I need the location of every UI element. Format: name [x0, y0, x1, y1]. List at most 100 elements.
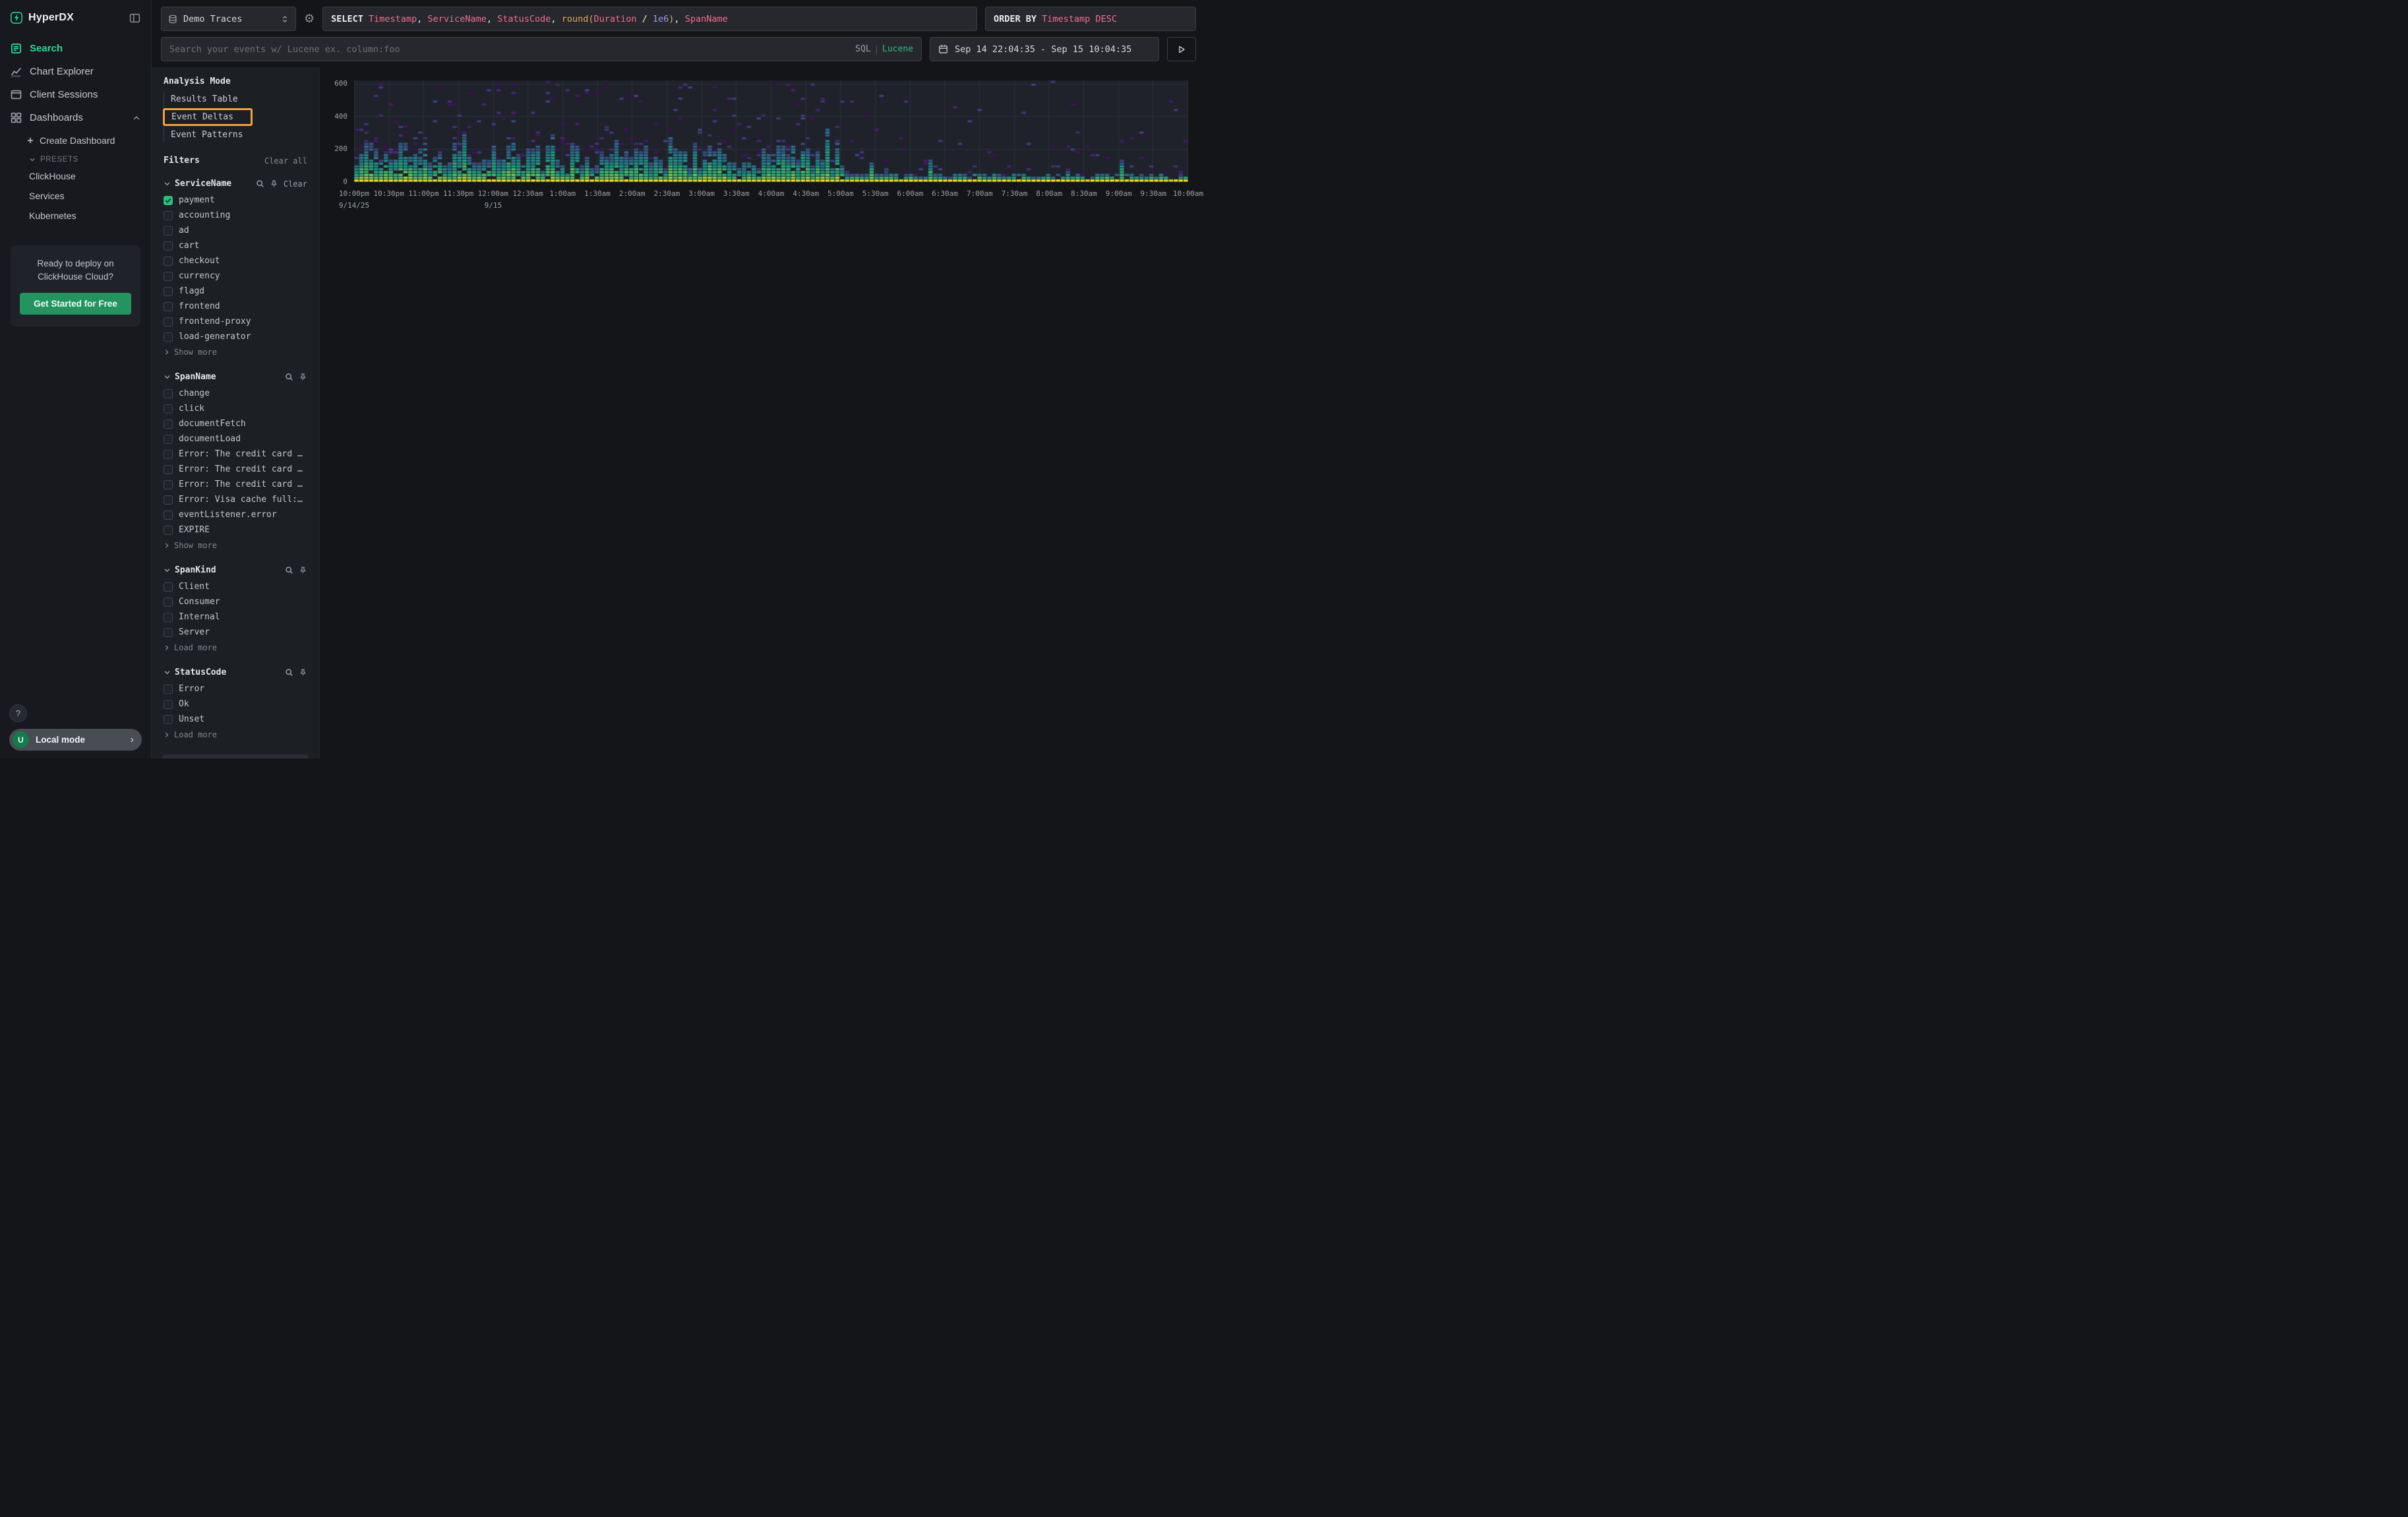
run-query-button[interactable]	[1167, 37, 1196, 61]
checkbox[interactable]	[164, 317, 173, 326]
checkbox[interactable]	[164, 404, 173, 414]
pin-icon[interactable]	[299, 668, 307, 677]
sidebar-item-chart-explorer[interactable]: Chart Explorer	[0, 60, 151, 83]
chevron-down-icon[interactable]	[164, 180, 171, 187]
pin-icon[interactable]	[299, 566, 307, 574]
load-more-link[interactable]: Load more	[158, 640, 313, 656]
filter-option-frontend[interactable]: frontend	[158, 299, 313, 314]
filter-option-client[interactable]: Client	[158, 579, 313, 594]
checkbox[interactable]	[164, 211, 173, 220]
filter-option-error-the-credit-card[interactable]: Error: The credit card (…	[158, 447, 313, 462]
checkbox[interactable]	[164, 389, 173, 398]
checkbox[interactable]	[164, 582, 173, 592]
lucene-mode-toggle[interactable]: Lucene	[882, 44, 913, 54]
heatmap-canvas[interactable]	[354, 80, 1188, 182]
sql-mode-toggle[interactable]: SQL	[855, 44, 870, 54]
checkbox[interactable]	[164, 419, 173, 429]
show-more-link[interactable]: Show more	[158, 538, 313, 553]
chevron-down-icon[interactable]	[164, 567, 171, 574]
checkbox[interactable]	[164, 526, 173, 535]
checkbox[interactable]	[164, 700, 173, 709]
checkbox[interactable]	[164, 480, 173, 489]
filter-option-ad[interactable]: ad	[158, 223, 313, 238]
analysis-mode-option-event-patterns[interactable]: Event Patterns	[164, 127, 250, 142]
search-icon[interactable]	[285, 668, 293, 677]
pin-icon[interactable]	[299, 373, 307, 381]
sidebar-item-kubernetes[interactable]: Kubernetes	[0, 206, 151, 226]
filter-option-eventlistener-error[interactable]: eventListener.error	[158, 507, 313, 522]
date-range-picker[interactable]: Sep 14 22:04:35 - Sep 15 10:04:35	[930, 37, 1159, 61]
checkbox[interactable]	[164, 287, 173, 296]
search-input[interactable]	[169, 44, 850, 55]
presets-toggle[interactable]: PRESETS	[0, 150, 151, 166]
select-clause-input[interactable]: SELECT Timestamp, ServiceName, StatusCod…	[322, 7, 977, 31]
user-menu[interactable]: U Local mode ›	[9, 729, 142, 751]
filter-option-unset[interactable]: Unset	[158, 712, 313, 727]
help-button[interactable]: ?	[9, 704, 27, 722]
chevron-down-icon	[29, 156, 36, 163]
filter-option-load-generator[interactable]: load-generator	[158, 329, 313, 344]
checkbox[interactable]	[164, 257, 173, 266]
checkbox[interactable]	[164, 511, 173, 520]
filter-option-payment[interactable]: payment	[158, 193, 313, 208]
sidebar-item-client-sessions[interactable]: Client Sessions	[0, 83, 151, 106]
sidebar-item-search[interactable]: Search	[0, 37, 151, 60]
checkbox[interactable]	[164, 715, 173, 724]
get-started-button[interactable]: Get Started for Free	[20, 293, 131, 315]
pin-icon[interactable]	[270, 179, 278, 188]
create-dashboard-button[interactable]: Create Dashboard	[0, 131, 151, 150]
show-more-link[interactable]: Show more	[158, 344, 313, 360]
filter-option-error-visa-cache-full[interactable]: Error: Visa cache full: …	[158, 492, 313, 507]
more-filters-button[interactable]: More filters	[162, 755, 309, 758]
chevron-down-icon[interactable]	[164, 669, 171, 676]
checkbox[interactable]	[164, 450, 173, 459]
chevron-down-icon[interactable]	[164, 373, 171, 381]
analysis-mode-option-results-table[interactable]: Results Table	[164, 92, 245, 107]
gear-icon[interactable]: ⚙	[304, 7, 315, 31]
filter-option-internal[interactable]: Internal	[158, 609, 313, 625]
checkbox[interactable]	[164, 685, 173, 694]
filter-option-server[interactable]: Server	[158, 625, 313, 640]
filter-option-frontend-proxy[interactable]: frontend-proxy	[158, 314, 313, 329]
sidebar-item-dashboards[interactable]: Dashboards	[0, 106, 151, 129]
filter-option-error-the-credit-card[interactable]: Error: The credit card (…	[158, 462, 313, 477]
checkbox[interactable]	[164, 272, 173, 281]
sidebar-item-clickhouse[interactable]: ClickHouse	[0, 166, 151, 186]
filter-option-documentfetch[interactable]: documentFetch	[158, 416, 313, 431]
checkbox[interactable]	[164, 495, 173, 505]
filter-option-error-the-credit-card[interactable]: Error: The credit card (…	[158, 477, 313, 492]
filter-option-accounting[interactable]: accounting	[158, 208, 313, 223]
filter-option-cart[interactable]: cart	[158, 238, 313, 253]
filter-option-documentload[interactable]: documentLoad	[158, 431, 313, 447]
checkbox[interactable]	[164, 226, 173, 235]
checkbox[interactable]	[164, 465, 173, 474]
checkbox[interactable]	[164, 598, 173, 607]
search-icon[interactable]	[256, 179, 264, 188]
clear-filter-button[interactable]: Clear	[284, 179, 307, 189]
source-select[interactable]: Demo Traces	[161, 7, 296, 31]
checkbox[interactable]	[164, 628, 173, 637]
search-icon[interactable]	[285, 373, 293, 381]
filter-option-error[interactable]: Error	[158, 681, 313, 697]
checkbox[interactable]	[164, 196, 173, 205]
checkbox[interactable]	[164, 332, 173, 342]
filter-option-expire[interactable]: EXPIRE	[158, 522, 313, 538]
filter-option-change[interactable]: change	[158, 386, 313, 401]
collapse-sidebar-icon[interactable]	[129, 13, 140, 24]
checkbox[interactable]	[164, 302, 173, 311]
filter-option-ok[interactable]: Ok	[158, 697, 313, 712]
checkbox[interactable]	[164, 435, 173, 444]
clear-all-button[interactable]: Clear all	[264, 156, 307, 166]
load-more-link[interactable]: Load more	[158, 727, 313, 743]
sidebar-item-services[interactable]: Services	[0, 186, 151, 206]
filter-option-currency[interactable]: currency	[158, 268, 313, 284]
filter-option-consumer[interactable]: Consumer	[158, 594, 313, 609]
search-icon[interactable]	[285, 566, 293, 574]
order-by-input[interactable]: ORDER BY Timestamp DESC	[985, 7, 1196, 31]
filter-option-flagd[interactable]: flagd	[158, 284, 313, 299]
checkbox[interactable]	[164, 613, 173, 622]
checkbox[interactable]	[164, 241, 173, 251]
filter-option-click[interactable]: click	[158, 401, 313, 416]
filter-option-checkout[interactable]: checkout	[158, 253, 313, 268]
analysis-mode-option-event-deltas[interactable]: Event Deltas	[163, 108, 253, 126]
